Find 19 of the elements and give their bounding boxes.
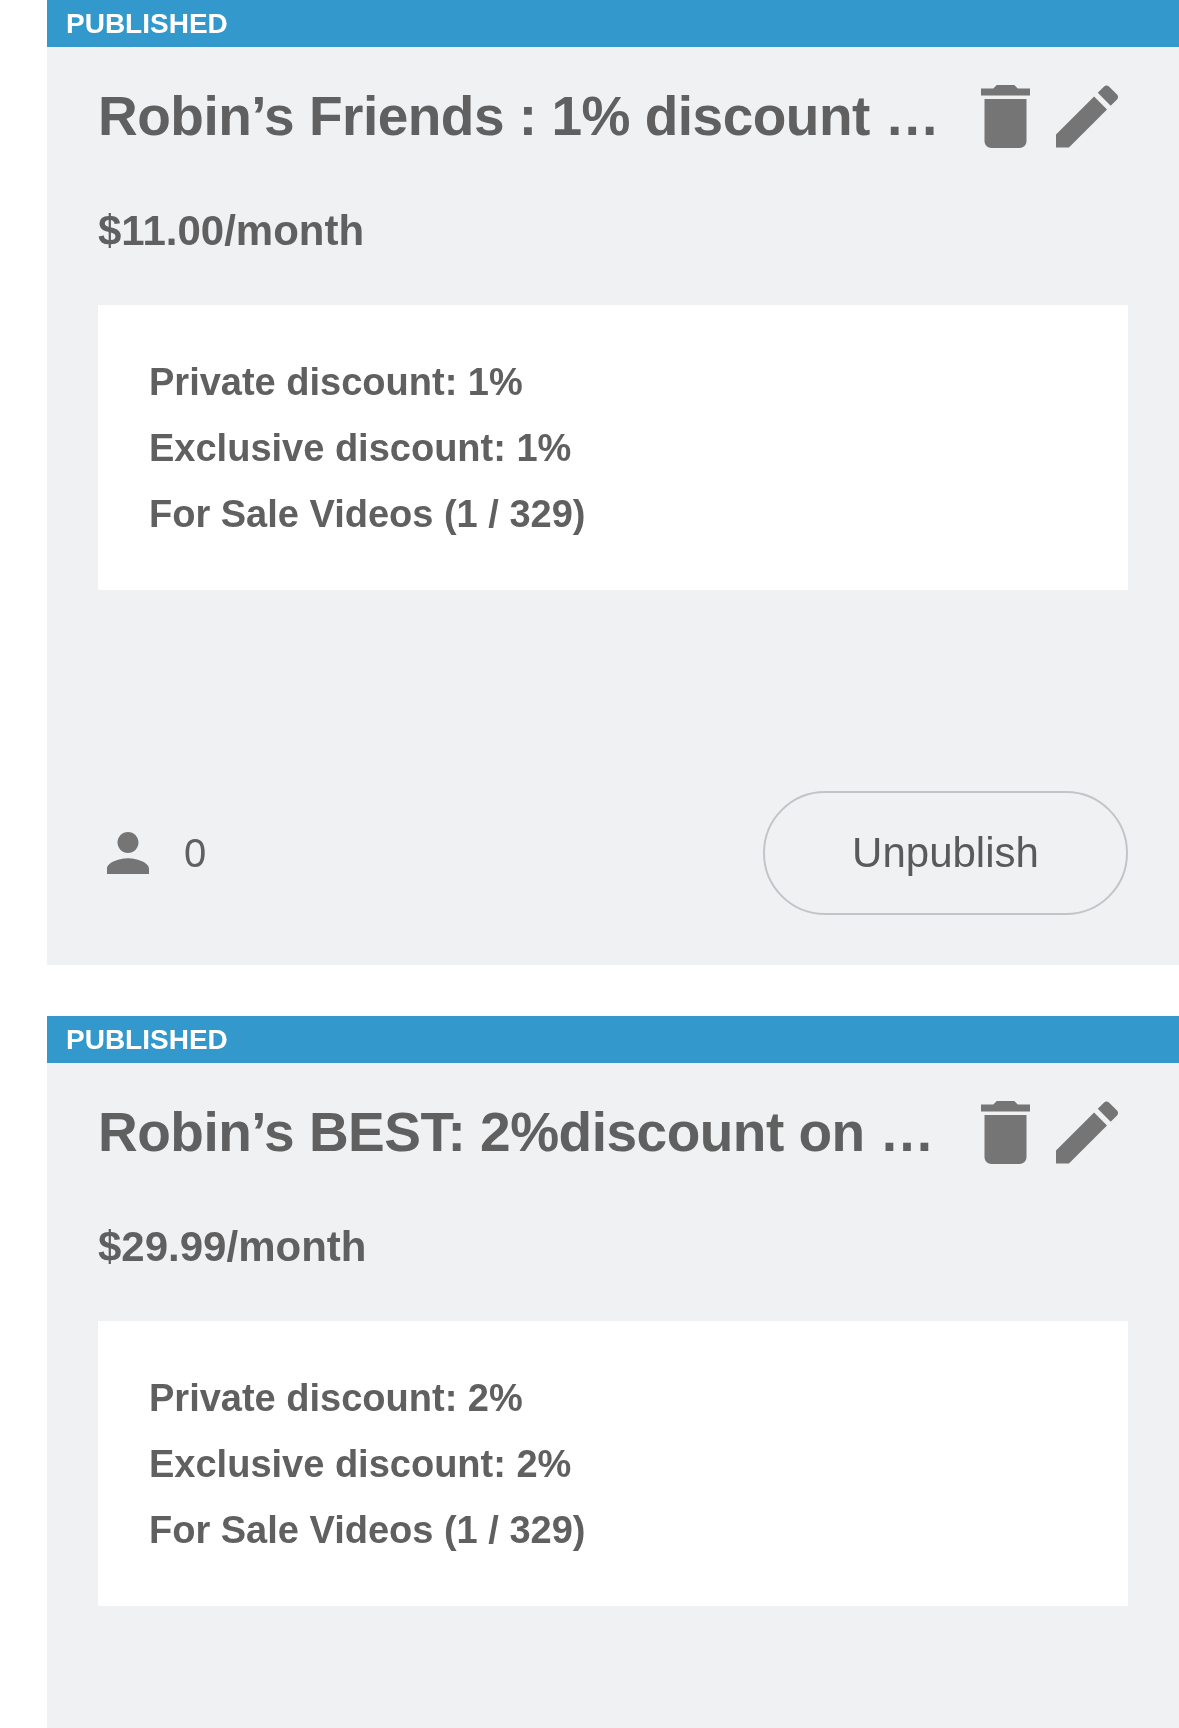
detail-text: For Sale Videos (1 / 329) xyxy=(149,492,586,537)
detail-text: Private discount: 2% xyxy=(149,1376,523,1421)
trash-icon[interactable] xyxy=(981,1100,1030,1164)
detail-text: Exclusive discount: 2% xyxy=(149,1442,572,1487)
detail-text: For Sale Videos (1 / 329) xyxy=(149,1508,586,1553)
status-banner: PUBLISHED xyxy=(47,1016,1179,1063)
plan-price: $29.99/month xyxy=(98,1222,367,1272)
trash-icon[interactable] xyxy=(981,84,1030,148)
plan-title: Robin’s BEST: 2%discount on … xyxy=(98,1100,935,1165)
person-icon xyxy=(107,832,149,874)
detail-text: Exclusive discount: 1% xyxy=(149,426,572,471)
detail-text: Private discount: 1% xyxy=(149,360,523,405)
plan-title: Robin’s Friends : 1% discount … xyxy=(98,84,941,149)
plan-price: $11.00/month xyxy=(98,206,365,256)
pencil-icon[interactable] xyxy=(1056,1100,1118,1164)
status-banner: PUBLISHED xyxy=(47,0,1179,47)
subscriber-count: 0 xyxy=(184,833,207,873)
unpublish-button[interactable]: Unpublish xyxy=(763,791,1128,915)
pencil-icon[interactable] xyxy=(1056,84,1118,148)
